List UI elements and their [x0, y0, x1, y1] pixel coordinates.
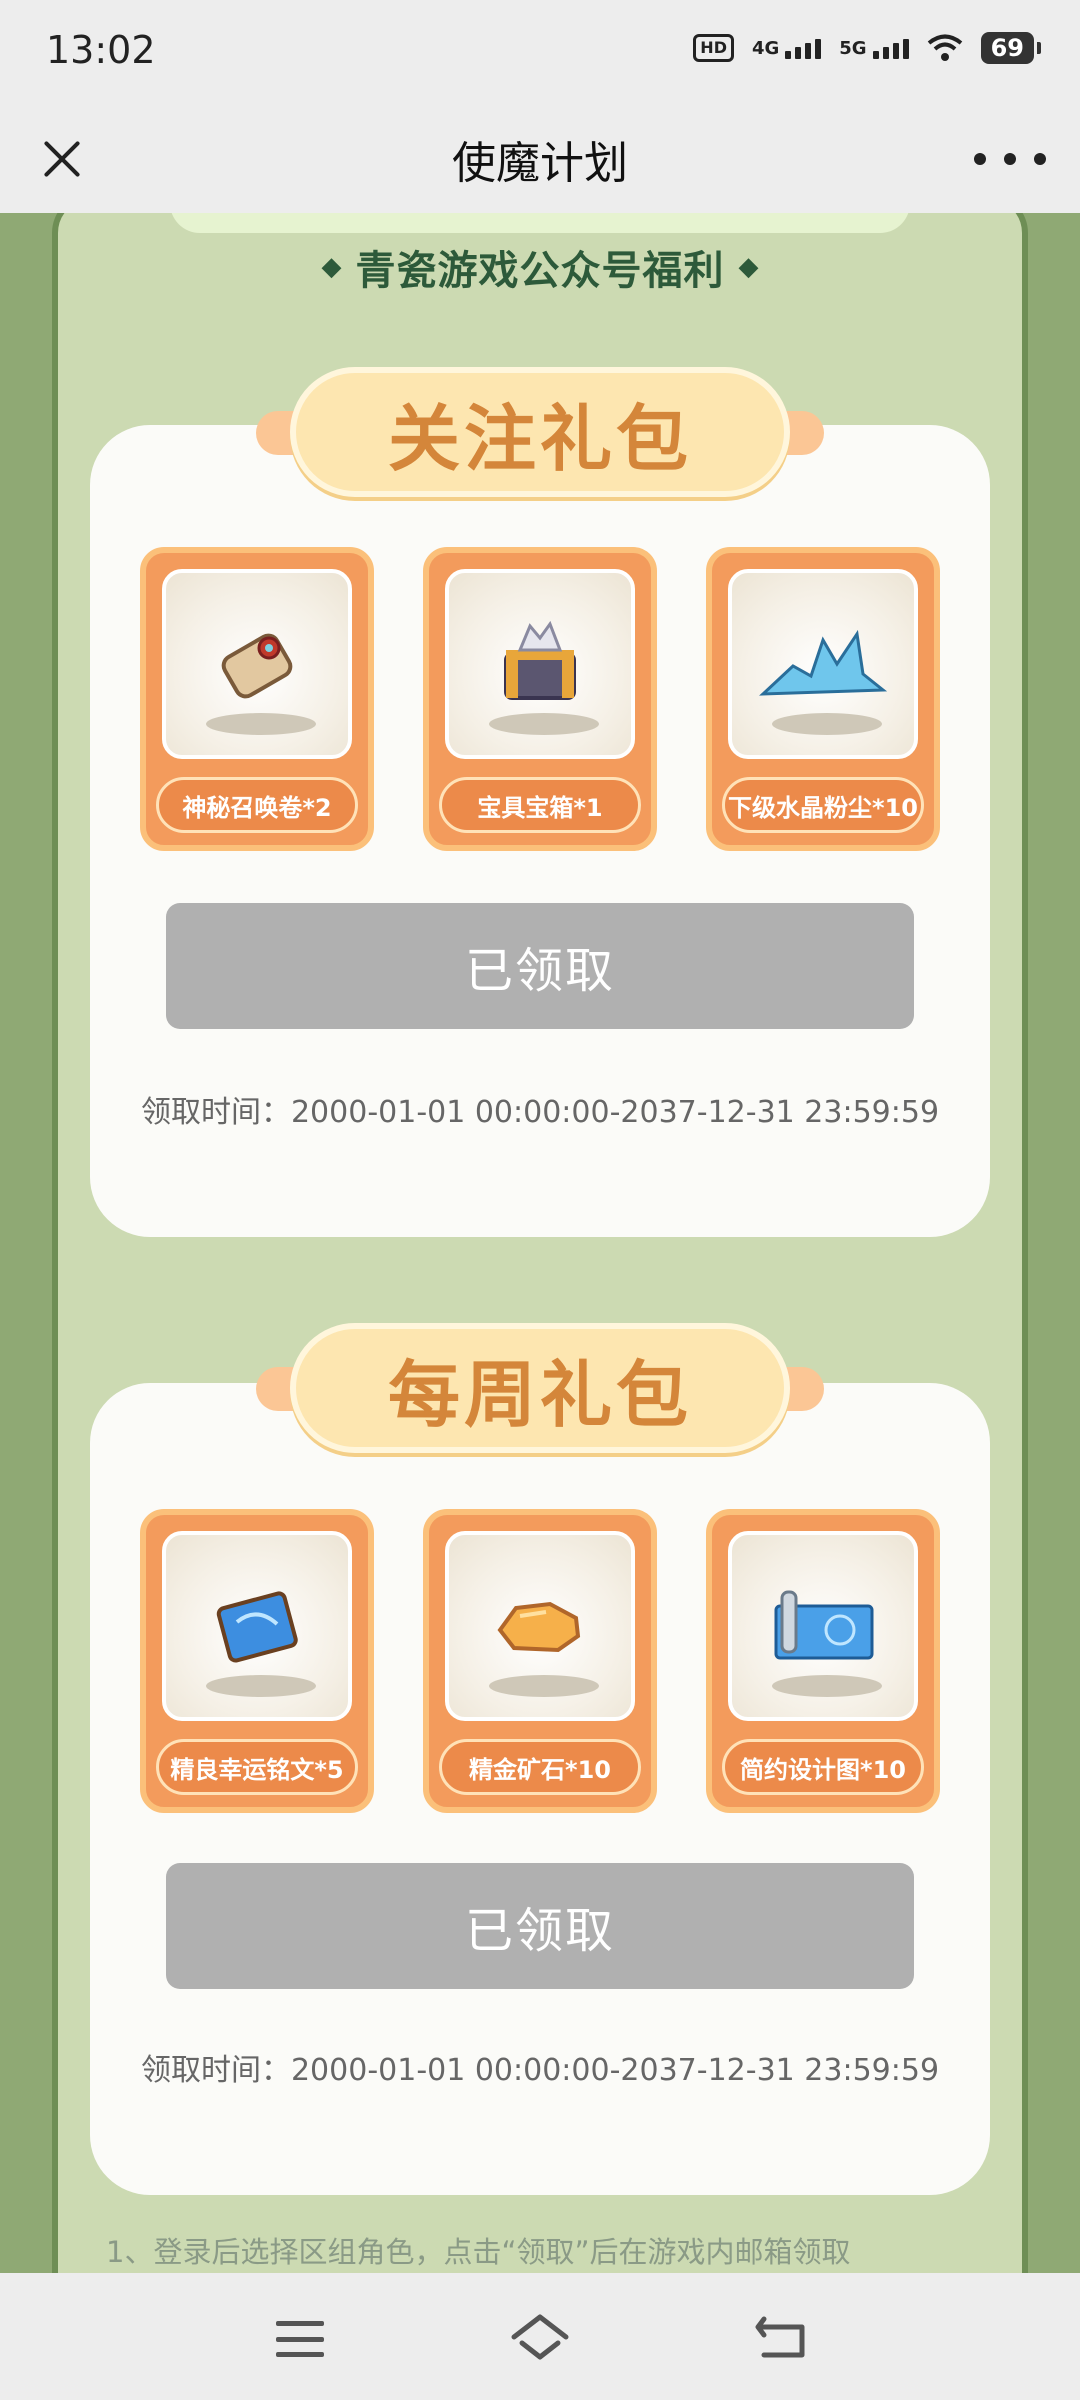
- content-area[interactable]: ◆ 青瓷游戏公众号福利 ◆ 神秘召唤卷*2 宝具宝箱*1 下级水晶粉尘*10 已…: [0, 213, 1080, 2273]
- status-icons: HD 4G 5G 69: [693, 32, 1042, 64]
- card-title: 每周礼包: [387, 1352, 692, 1437]
- treasure-chest-icon: [504, 620, 576, 700]
- dot-icon: [974, 153, 986, 165]
- subtitle-banner: ◆ 青瓷游戏公众号福利 ◆: [290, 235, 790, 299]
- item-label: 神秘召唤卷*2: [156, 777, 358, 833]
- card-title-banner: 每周礼包: [256, 1323, 824, 1453]
- item-label: 下级水晶粉尘*10: [722, 777, 924, 833]
- claimed-button[interactable]: 已领取: [166, 1863, 914, 1989]
- wifi-icon: [927, 34, 962, 61]
- gift-card-weekly: 精良幸运铭文*5 精金矿石*10 简约设计图*10 已领取 领取时间：2000-…: [90, 1383, 990, 2195]
- battery-icon: 69: [980, 32, 1042, 64]
- system-nav-bar: [0, 2273, 1080, 2400]
- status-bar: 13:02 HD 4G 5G 69: [0, 0, 1080, 105]
- hd-icon: HD: [693, 34, 734, 62]
- gift-item[interactable]: 下级水晶粉尘*10: [706, 547, 940, 851]
- gift-item[interactable]: 神秘召唤卷*2: [140, 547, 374, 851]
- app-header: 使魔计划: [0, 105, 1080, 213]
- signal-5g-icon: 5G: [839, 38, 909, 59]
- gift-item[interactable]: 宝具宝箱*1: [423, 547, 657, 851]
- subtitle-text: 青瓷游戏公众号福利: [355, 248, 725, 294]
- item-label: 精良幸运铭文*5: [156, 1739, 358, 1795]
- gift-items: 精良幸运铭文*5 精金矿石*10 简约设计图*10: [140, 1509, 940, 1819]
- item-label: 宝具宝箱*1: [439, 777, 641, 833]
- instruction-note: 1、登录后选择区组角色，点击“领取”后在游戏内邮箱领取: [106, 2235, 851, 2269]
- back-icon[interactable]: [754, 2313, 810, 2361]
- item-image: [445, 1531, 635, 1721]
- item-label: 简约设计图*10: [722, 1739, 924, 1795]
- gold-ore-icon: [497, 1601, 581, 1653]
- claim-time: 领取时间：2000-01-01 00:00:00-2037-12-31 23:5…: [140, 1095, 940, 1130]
- item-image: [728, 569, 918, 759]
- item-image: [445, 569, 635, 759]
- item-image: [162, 1531, 352, 1721]
- gift-card-follow: 神秘召唤卷*2 宝具宝箱*1 下级水晶粉尘*10 已领取 领取时间：2000-0…: [90, 425, 990, 1237]
- menu-icon[interactable]: [276, 2321, 324, 2357]
- claim-time: 领取时间：2000-01-01 00:00:00-2037-12-31 23:5…: [140, 2053, 940, 2088]
- gift-item[interactable]: 简约设计图*10: [706, 1509, 940, 1813]
- dot-icon: [1034, 153, 1046, 165]
- card-title: 关注礼包: [387, 396, 692, 481]
- page-title: 使魔计划: [452, 138, 628, 189]
- gift-item[interactable]: 精良幸运铭文*5: [140, 1509, 374, 1813]
- status-time: 13:02: [46, 28, 156, 72]
- item-image: [162, 569, 352, 759]
- sparkle-icon: ◆: [321, 252, 342, 282]
- sparkle-icon: ◆: [738, 252, 759, 282]
- home-icon[interactable]: [510, 2313, 570, 2361]
- scroll-icon: [221, 633, 293, 699]
- blueprint-icon: [774, 1590, 874, 1660]
- more-options-button[interactable]: [974, 141, 1046, 177]
- top-decoration: [170, 213, 910, 233]
- blue-scroll-icon: [216, 1591, 298, 1663]
- item-label: 精金矿石*10: [439, 1739, 641, 1795]
- gift-item[interactable]: 精金矿石*10: [423, 1509, 657, 1813]
- signal-4g-icon: 4G: [752, 38, 822, 59]
- item-image: [728, 1531, 918, 1721]
- card-title-banner: 关注礼包: [256, 367, 824, 497]
- dot-icon: [1004, 153, 1016, 165]
- gift-items: 神秘召唤卷*2 宝具宝箱*1 下级水晶粉尘*10: [140, 547, 940, 857]
- claimed-button[interactable]: 已领取: [166, 903, 914, 1029]
- crystal-dust-icon: [759, 629, 888, 696]
